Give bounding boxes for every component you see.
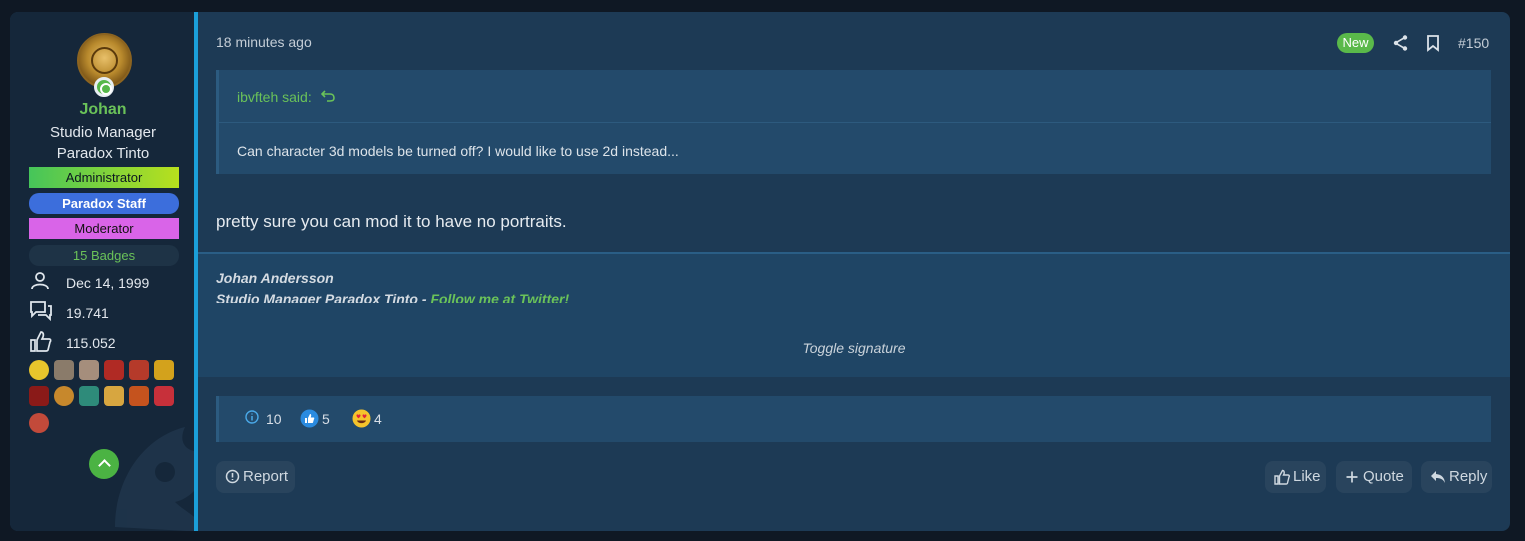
report-label: Report [243,468,289,485]
messages-count: 19.741 [66,305,109,321]
report-button[interactable]: Report [216,461,295,493]
trophy-figure-icon[interactable] [104,386,124,406]
share-icon[interactable] [1391,33,1411,53]
messages-icon [30,301,52,322]
joined-stat: Dec 14, 1999 [29,270,189,294]
reply-label: Reply [1449,468,1488,485]
quote-label: Quote [1363,468,1404,485]
trophy-eagle-icon[interactable] [29,386,49,406]
post-message: pretty sure you can mod it to have no po… [216,212,567,231]
user-icon [31,272,49,290]
trophy-grid-icon[interactable] [54,360,74,380]
trophy-bear-icon[interactable] [79,360,99,380]
post-number[interactable]: #150 [1458,35,1489,51]
reaction-score: 115.052 [66,335,116,351]
trophy-horse-icon[interactable] [79,386,99,406]
reaction-like-count: 5 [322,411,330,427]
go-to-quote-icon [320,90,335,102]
username[interactable]: Johan [10,101,194,119]
thumbs-up-icon [1274,469,1290,485]
quote-text: Can character 3d models be turned off? I… [237,143,679,159]
trophy-dragon-icon[interactable] [104,360,124,380]
paradox-watermark-icon [115,427,194,531]
toggle-signature-button[interactable]: Toggle signature [198,340,1510,356]
reaction-love-count: 4 [374,411,382,427]
trophy-star-icon[interactable] [54,386,74,406]
messages-stat: 19.741 [29,300,189,324]
like-label: Like [1293,468,1321,485]
trophy-d-icon[interactable] [29,360,49,380]
quote-button[interactable]: Quote [1336,461,1412,493]
new-badge: New [1337,33,1374,53]
signature-area: Johan Andersson Studio Manager Paradox T… [198,252,1510,377]
reaction-score-stat: 115.052 [29,330,189,354]
quote-header: ibvfteh said: [219,70,1491,123]
avatar-emblem [91,47,118,74]
reply-icon [1431,471,1445,483]
quote-author-link[interactable]: ibvfteh said: [237,89,335,105]
trophy-shield-icon[interactable] [129,360,149,380]
twitter-link[interactable]: Follow me at Twitter! [430,291,569,303]
reply-button[interactable]: Reply [1421,461,1492,493]
signature-line: Studio Manager Paradox Tinto - Follow me… [216,291,569,303]
post-time[interactable]: 18 minutes ago [216,34,312,50]
plus-icon [1346,471,1358,483]
signature-title: Studio Manager Paradox Tinto - [216,291,431,303]
moderator-banner: Moderator [29,218,179,239]
thumbs-up-icon [30,331,52,352]
signature-name: Johan Andersson [216,270,334,286]
quote-block: ibvfteh said: Can character 3d models be… [216,70,1491,174]
badges-link[interactable]: 15 Badges [29,245,179,266]
reactions-bar[interactable]: 10 5 4 [216,396,1491,442]
quote-author: ibvfteh said: [237,89,312,105]
user-company: Paradox Tinto [56,145,150,162]
like-button[interactable]: Like [1265,461,1326,493]
post-main: 18 minutes ago New #150 ibvfteh said: Ca… [198,12,1510,531]
post-container: Johan Studio Manager Paradox Tinto Admin… [10,12,1510,531]
bookmark-icon[interactable] [1423,33,1443,53]
info-icon [245,410,259,424]
trophy-chest-icon[interactable] [129,386,149,406]
paradox-staff-banner: Paradox Staff [29,193,179,214]
reaction-info-count: 10 [266,411,282,427]
love-eyes-icon [352,409,371,428]
joined-date: Dec 14, 1999 [66,275,150,291]
trophy-seal-icon[interactable] [29,413,49,433]
user-title: Studio Manager [50,124,156,141]
like-icon [300,409,319,428]
user-sidebar: Johan Studio Manager Paradox Tinto Admin… [10,12,194,531]
trophy-crown-icon[interactable] [154,360,174,380]
report-icon [225,469,240,484]
scroll-up-button[interactable] [89,449,119,479]
administrator-banner: Administrator [29,167,179,188]
online-status-icon [94,77,114,97]
trophy-flag-icon[interactable] [154,386,174,406]
